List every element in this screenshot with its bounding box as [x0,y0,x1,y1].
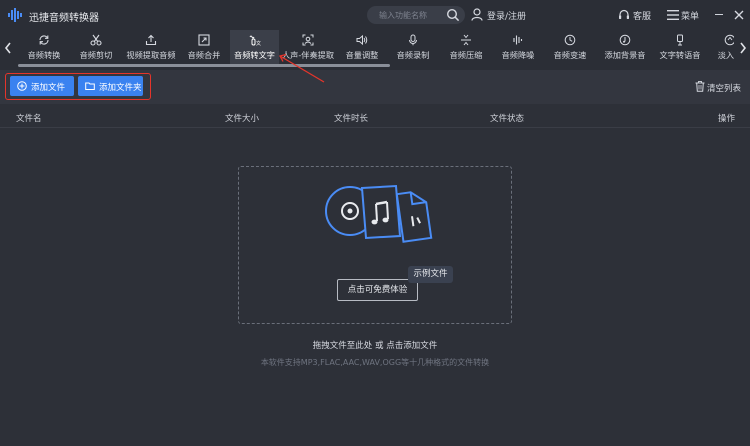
customer-service-button[interactable]: 客服 [633,9,651,22]
tool-label: 文字转语音 [659,50,701,60]
close-icon[interactable] [734,10,744,20]
merge-icon [198,34,210,46]
refresh-icon [39,35,49,45]
scissors-icon [90,34,102,46]
search-icon[interactable] [446,8,460,22]
tool-text-to-speech[interactable]: 文字转语音 [655,30,705,64]
upload-icon [145,34,157,46]
annotation-highlight-box [5,73,151,100]
volume-icon [356,34,368,46]
app-logo-icon [8,8,22,22]
fade-icon [724,34,734,46]
headset-icon[interactable] [618,9,630,21]
microphone-icon [409,34,417,46]
compress-icon [461,34,471,46]
tool-label: 音频降噪 [501,50,535,60]
free-trial-button[interactable]: 点击可免费体验 [337,279,418,301]
tool-add-background-music[interactable]: 添加背景音 [600,30,650,64]
drag-drop-hint: 拖拽文件至此处 或 点击添加文件 [312,341,438,351]
background-music-icon [619,34,631,46]
svg-text:文: 文 [256,40,261,46]
tool-audio-merge[interactable]: 音频合并 [182,30,226,64]
minimize-icon[interactable] [715,14,723,15]
search-placeholder: 输入功能名称 [379,11,427,20]
tool-label: 音频剪切 [79,50,113,60]
tool-audio-compress[interactable]: 音频压缩 [444,30,488,64]
trash-icon[interactable] [695,81,705,92]
tool-audio-speed[interactable]: 音频变速 [548,30,592,64]
tool-label: 视频提取音频 [126,50,176,60]
supported-formats-hint: 本软件支持MP3,FLAC,AAC,WAV,OGG等十几种格式的文件转换 [260,358,490,367]
speed-icon [564,34,576,46]
audio-file-illustration-icon [325,184,433,243]
toolbar-scrollbar[interactable] [18,64,734,67]
toolbar-scrollbar-thumb[interactable] [18,64,391,67]
tool-label: 音频转换 [27,50,61,60]
tool-audio-denoise[interactable]: 音频降噪 [496,30,540,64]
feature-toolbar: 音频转换 音频剪切 视频提取音频 音频合并 文 音频转文字 人声-伴奏提取 音量… [0,30,750,70]
tool-audio-record[interactable]: 音频录制 [391,30,435,64]
app-title: 迅捷音频转换器 [29,13,99,24]
tool-audio-convert[interactable]: 音频转换 [18,30,70,64]
menu-button[interactable]: 菜单 [681,9,699,22]
column-actions: 操作 [718,114,736,124]
chevron-left-icon[interactable] [3,40,13,56]
chevron-right-icon[interactable] [738,40,748,56]
tool-video-extract-audio[interactable]: 视频提取音频 [122,30,180,64]
tool-label: 淡入淡 [717,50,734,60]
vocal-extract-icon [302,34,314,46]
tool-label: 音频录制 [396,50,430,60]
tool-label: 添加背景音 [604,50,646,60]
tool-label: 音频合并 [187,50,221,60]
denoise-icon [513,35,523,45]
sample-file-tag[interactable]: 示例文件 [408,266,453,283]
tool-label: 音频压缩 [449,50,483,60]
clear-list-button[interactable]: 清空列表 [707,82,741,94]
text-to-speech-icon [677,34,683,46]
tool-label: 音量调整 [345,50,379,60]
menu-icon[interactable] [667,10,679,20]
tool-label: 音频变速 [553,50,587,60]
tool-fade-in-out[interactable]: 淡入淡 [710,30,734,64]
column-file-name: 文件名 [16,114,42,124]
user-icon[interactable] [471,8,483,21]
speech-to-text-icon: 文 [249,35,261,46]
column-file-status: 文件状态 [490,114,525,124]
login-register-link[interactable]: 登录/注册 [487,9,526,22]
tool-list: 音频转换 音频剪切 视频提取音频 音频合并 文 音频转文字 人声-伴奏提取 音量… [18,30,734,66]
file-table-header: 文件名 文件大小 文件时长 文件状态 操作 [0,104,750,128]
column-file-duration: 文件时长 [334,114,369,124]
column-file-size: 文件大小 [225,114,260,124]
tool-audio-cut[interactable]: 音频剪切 [74,30,118,64]
tool-volume-adjust[interactable]: 音量调整 [340,30,384,64]
annotation-arrow-icon [279,53,325,83]
